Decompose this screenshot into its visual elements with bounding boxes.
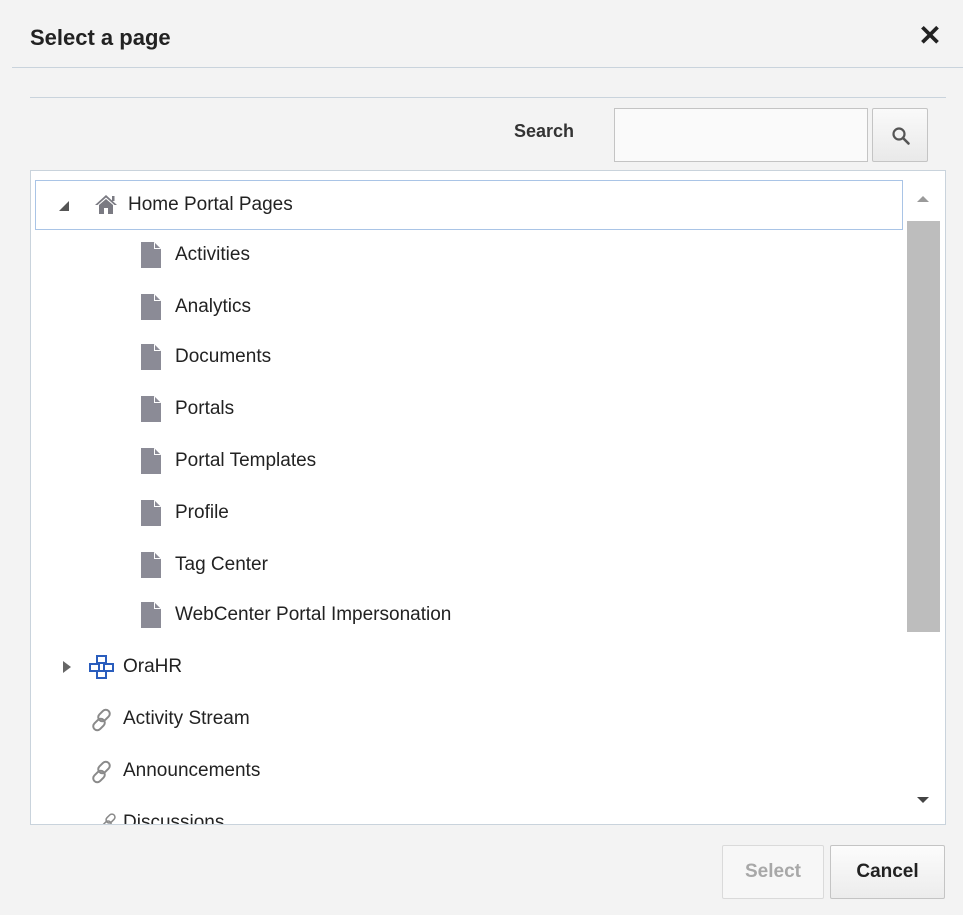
page-label: Activities: [175, 244, 250, 265]
cancel-button[interactable]: Cancel: [830, 845, 945, 899]
search-icon: [892, 127, 910, 145]
page-label: Documents: [175, 346, 272, 367]
page-icon: [141, 552, 161, 578]
tree-page-item[interactable]: Documents: [31, 332, 901, 382]
page-label: Analytics: [175, 296, 252, 317]
page-icon: [141, 294, 161, 320]
tree-link-item[interactable]: Activity Stream: [31, 694, 901, 744]
page-label: Profile: [175, 502, 229, 523]
scroll-down-arrow-icon[interactable]: [905, 782, 941, 818]
search-label: Search: [514, 121, 575, 141]
tree-page-item[interactable]: Profile: [31, 488, 901, 538]
tree-page-item[interactable]: Activities: [31, 230, 901, 280]
scrollbar-thumb[interactable]: [907, 221, 940, 632]
tree-page-item[interactable]: Portal Templates: [31, 436, 901, 486]
portal-network-icon: [89, 655, 114, 679]
tree-node-label: OraHR: [123, 656, 183, 677]
search-button[interactable]: [872, 108, 928, 162]
tree-link-item[interactable]: Announcements: [31, 746, 901, 796]
link-label: Discussions: [123, 812, 225, 825]
link-icon: [92, 760, 111, 784]
page-icon: [141, 602, 161, 628]
link-label: Announcements: [123, 760, 261, 781]
page-icon: [141, 448, 161, 474]
collapsed-triangle-icon[interactable]: [61, 661, 73, 673]
tree-page-item[interactable]: WebCenter Portal Impersonation: [31, 590, 901, 640]
tree-scrollbar[interactable]: [905, 178, 941, 824]
page-label: Portal Templates: [175, 450, 317, 471]
select-page-dialog: Select a page ✕ Search Home Portal Pages: [0, 0, 963, 915]
home-icon: [95, 195, 117, 214]
page-icon: [141, 242, 161, 268]
page-icon: [141, 396, 161, 422]
page-label: WebCenter Portal Impersonation: [175, 604, 452, 625]
tree-page-item[interactable]: Tag Center: [31, 540, 901, 590]
search-input[interactable]: [614, 108, 868, 162]
link-icon: [92, 708, 111, 732]
select-button[interactable]: Select: [722, 845, 824, 899]
page-tree: Home Portal Pages Activities Analytics D…: [30, 170, 946, 825]
close-button[interactable]: ✕: [917, 22, 943, 50]
dialog-title: Select a page: [30, 25, 171, 50]
tree-link-item[interactable]: Discussions: [31, 798, 901, 825]
page-icon: [141, 344, 161, 370]
page-label: Tag Center: [175, 554, 268, 575]
expanded-triangle-icon[interactable]: [58, 200, 70, 212]
dialog-header: Select a page ✕: [12, 0, 963, 68]
tree-node-home-portal-pages[interactable]: Home Portal Pages: [35, 180, 903, 230]
divider: [30, 97, 946, 98]
page-icon: [141, 500, 161, 526]
tree-page-item[interactable]: Analytics: [31, 282, 901, 332]
link-label: Activity Stream: [123, 708, 250, 729]
tree-node-orahr[interactable]: OraHR: [31, 642, 901, 692]
scroll-up-arrow-icon[interactable]: [905, 180, 941, 216]
link-icon: [101, 813, 116, 824]
tree-page-item[interactable]: Portals: [31, 384, 901, 434]
page-label: Portals: [175, 398, 235, 419]
tree-node-label: Home Portal Pages: [128, 194, 293, 215]
